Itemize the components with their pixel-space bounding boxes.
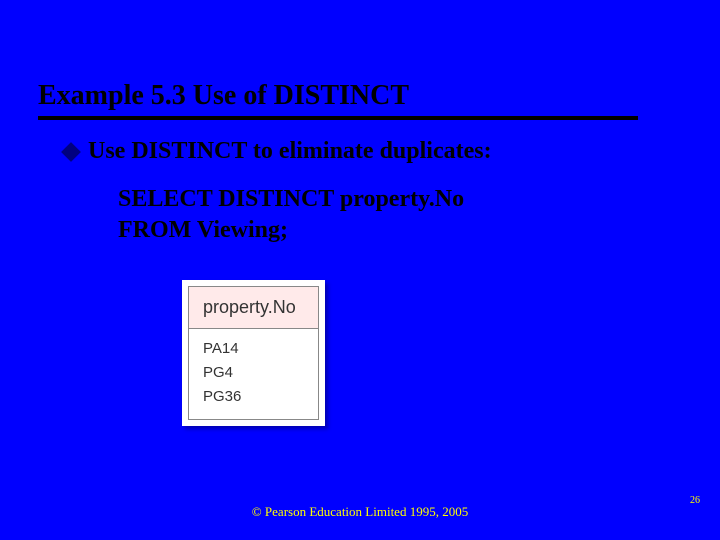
- sql-line-2: FROM Viewing;: [118, 215, 464, 246]
- sql-code-block: SELECT DISTINCT property.No FROM Viewing…: [118, 184, 464, 246]
- sql-line-1: SELECT DISTINCT property.No: [118, 184, 464, 215]
- result-table: property.No PA14 PG4 PG36: [182, 280, 325, 426]
- slide-title-block: Example 5.3 Use of DISTINCT: [38, 80, 670, 120]
- footer-copyright: © Pearson Education Limited 1995, 2005: [0, 504, 720, 520]
- bullet-row: Use DISTINCT to eliminate duplicates:: [64, 138, 492, 165]
- page-number: 26: [690, 495, 700, 506]
- table-header-cell: property.No: [189, 287, 318, 329]
- table-body-cell: PA14 PG4 PG36: [189, 329, 318, 419]
- diamond-bullet-icon: [61, 142, 81, 162]
- slide-title: Example 5.3 Use of DISTINCT: [38, 80, 670, 112]
- table-row: PG36: [203, 385, 304, 409]
- result-table-inner: property.No PA14 PG4 PG36: [188, 286, 319, 420]
- table-row: PG4: [203, 361, 304, 385]
- bullet-text: Use DISTINCT to eliminate duplicates:: [88, 138, 492, 165]
- table-row: PA14: [203, 337, 304, 361]
- title-underline: [38, 116, 638, 120]
